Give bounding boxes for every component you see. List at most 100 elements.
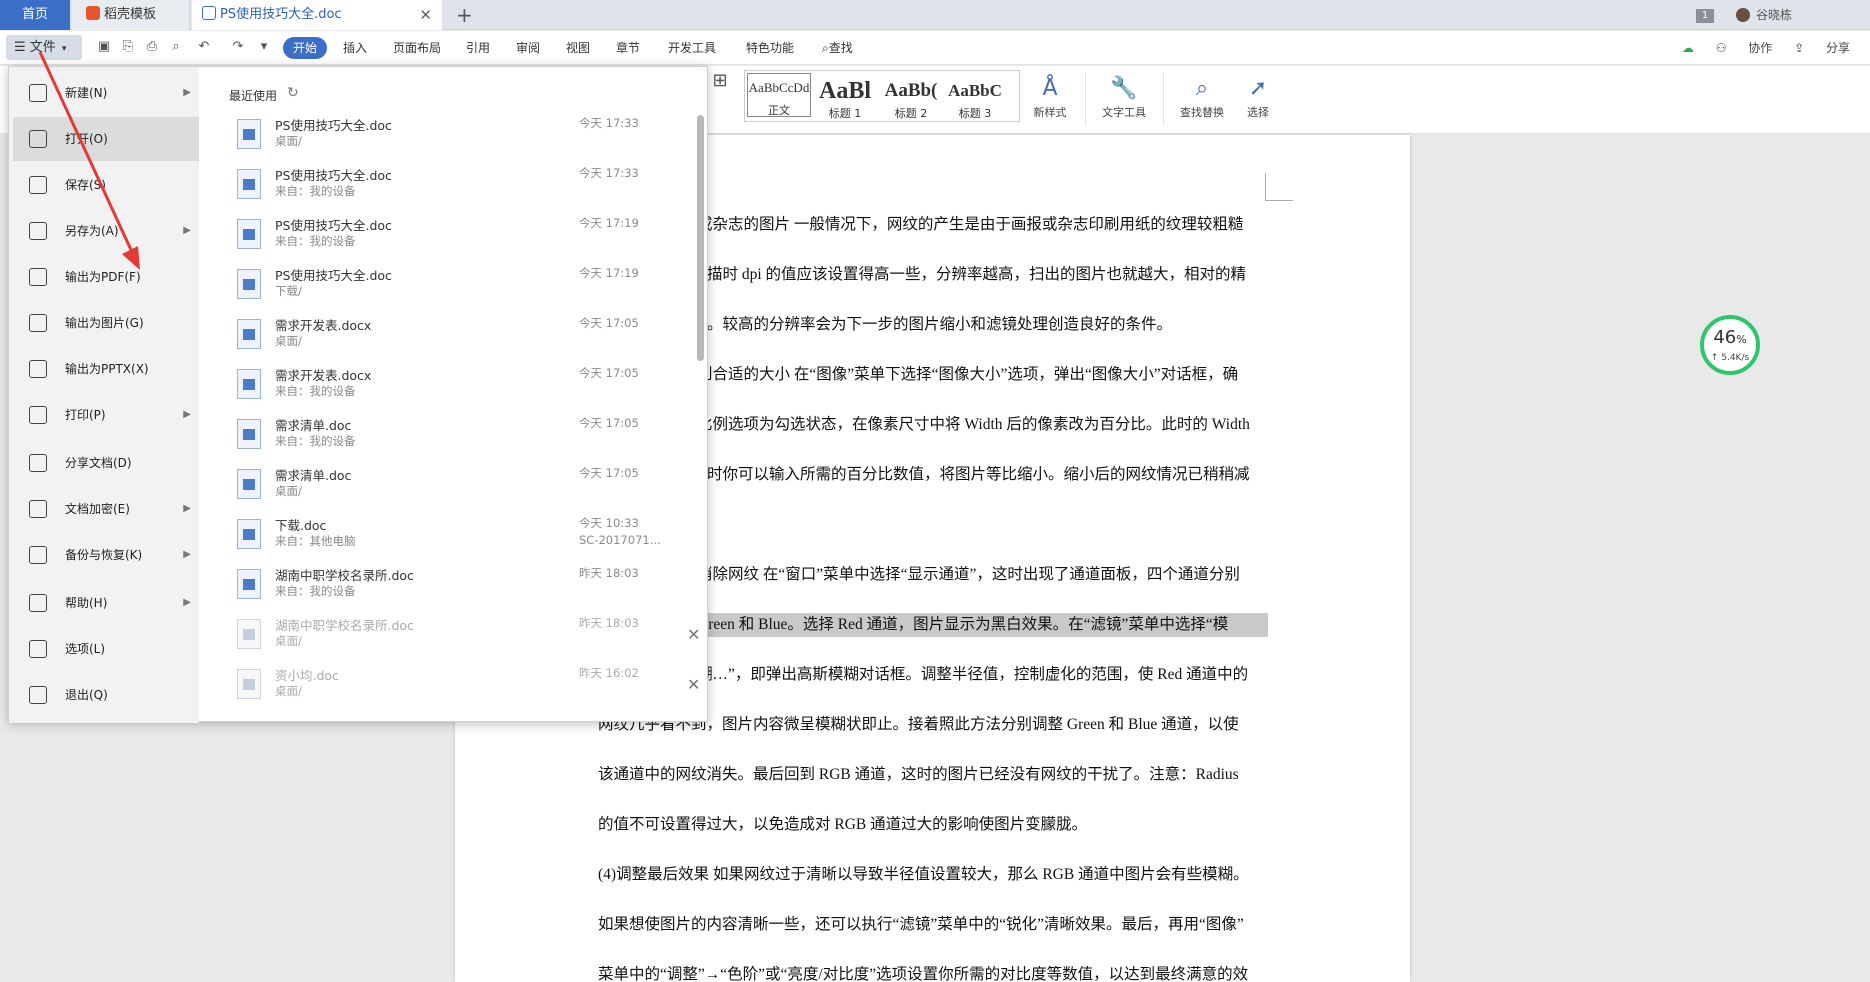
template-icon — [86, 6, 100, 20]
tab-chapter[interactable]: 章节 — [616, 37, 640, 59]
chevron-right-icon: ▶ — [183, 549, 191, 560]
cloud-sync-icon[interactable]: ☁ — [1682, 41, 1694, 55]
file-menu-item-label: 帮助(H) — [65, 596, 108, 610]
close-icon[interactable]: ✕ — [419, 0, 432, 30]
doc-line: 的值不可设置得过大，以免造成对 RGB 通道过大的影响使图片变朦胧。 — [598, 816, 1088, 833]
recent-file-time: 今天 17:19 — [579, 216, 639, 230]
recent-file-item[interactable]: 资小均.doc 桌面/昨天 16:02 ✕ — [229, 661, 700, 711]
wrench-icon: 🔧 — [1110, 76, 1138, 101]
recent-file-item[interactable]: 下载.doc 来自：其他电脑 今天 10:33 SC-2017071... — [229, 511, 679, 561]
tab-document[interactable]: PS使用技巧大全.doc ✕ — [192, 0, 442, 30]
collaborate-button[interactable]: ⚇ 协作 — [1716, 41, 1773, 55]
style-heading-1[interactable]: AaBl 标题 1 — [813, 77, 877, 121]
menu-bar: ☰ 文件 ▾ ▣ ⎘ ⎙ ⌕ ↶ ↷ ▾ 开始 插入 页面布局 引用 审阅 视图 … — [0, 31, 1870, 65]
recent-file-item[interactable]: 湖南中职学校名录所.doc 桌面/昨天 18:03 ✕ — [229, 611, 700, 661]
recent-file-location: 来自：我的设备 — [275, 234, 356, 248]
tab-page-layout[interactable]: 页面布局 — [393, 37, 441, 59]
file-menu-item[interactable]: 退出(Q) — [13, 673, 199, 717]
share-button[interactable]: ⇪ 分享 — [1794, 41, 1850, 55]
file-menu-item[interactable]: 保存(S) — [13, 163, 199, 207]
tab-view[interactable]: 视图 — [566, 37, 590, 59]
page-margin-marker — [1265, 173, 1293, 201]
remove-icon[interactable]: ✕ — [687, 675, 700, 694]
share-label: 分享 — [1825, 41, 1850, 55]
table-icon[interactable]: ⊞ — [712, 72, 728, 90]
more-icon[interactable]: ▾ — [256, 40, 272, 54]
file-menu-item[interactable]: 新建(N) ▶ — [13, 71, 199, 115]
export-icon[interactable]: ⎘ — [120, 40, 136, 54]
new-file-icon — [29, 84, 47, 102]
file-menu-item[interactable]: 文档加密(E) ▶ — [13, 487, 199, 531]
pptx-icon — [29, 360, 47, 378]
menu-right-group: ☁ ⚇ 协作 ⇪ 分享 — [1664, 31, 1850, 65]
file-menu-item[interactable]: 打开(O) — [13, 117, 199, 161]
print-icon[interactable]: ⎙ — [144, 40, 160, 54]
file-menu-item[interactable]: 打印(P) ▶ — [13, 393, 199, 437]
tab-review[interactable]: 审阅 — [516, 37, 540, 59]
file-menu-item-label: 备份与恢复(K) — [65, 548, 143, 562]
select-button[interactable]: ➚ 选择 — [1238, 74, 1278, 120]
save-icon — [29, 176, 47, 194]
ribbon-divider — [1163, 72, 1164, 126]
remove-icon[interactable]: ✕ — [687, 625, 700, 644]
file-menu-button[interactable]: ☰ 文件 ▾ — [6, 35, 82, 60]
refresh-icon[interactable]: ↻ — [287, 85, 299, 101]
recent-file-name: PS使用技巧大全.doc — [275, 268, 392, 283]
new-style-button[interactable]: Å 新样式 — [1026, 74, 1074, 120]
tab-developer[interactable]: 开发工具 — [668, 37, 716, 59]
word-doc-icon — [237, 369, 261, 399]
text-tools-button[interactable]: 🔧 文字工具 — [1094, 74, 1154, 120]
recent-file-item[interactable]: 需求清单.doc 桌面/今天 17:05 — [229, 461, 679, 511]
recent-file-item[interactable]: 需求开发表.docx 桌面/今天 17:05 — [229, 311, 679, 361]
style-heading-3[interactable]: AaBbC 标题 3 — [943, 77, 1007, 121]
file-menu-item[interactable]: 备份与恢复(K) ▶ — [13, 533, 199, 577]
tab-start[interactable]: 开始 — [283, 37, 328, 59]
undo-icon[interactable]: ↶ — [196, 40, 212, 54]
recent-file-item[interactable]: 需求清单.doc 来自：我的设备 今天 17:05 — [229, 411, 679, 461]
recent-file-item[interactable]: 需求开发表.docx 来自：我的设备 今天 17:05 — [229, 361, 679, 411]
file-menu-item[interactable]: 输出为图片(G) — [13, 301, 199, 345]
file-menu-item-label: 输出为PPTX(X) — [65, 362, 149, 376]
recent-title: 最近使用 — [229, 89, 278, 103]
speed-percent: 46% — [1704, 325, 1756, 353]
tab-search[interactable]: ⌕查找 — [822, 37, 853, 59]
file-menu-item[interactable]: 输出为PPTX(X) — [13, 347, 199, 391]
chevron-down-icon: ▾ — [61, 44, 67, 54]
doc-line: 该通道中的网纹消失。最后回到 RGB 通道，这时的图片已经没有网纹的干扰了。注意… — [598, 766, 1239, 783]
recent-file-item[interactable]: PS使用技巧大全.doc 来自：我的设备 今天 17:33 — [229, 161, 679, 211]
tab-template[interactable]: 稻壳模板 — [72, 0, 190, 30]
style-heading-2[interactable]: AaBb( 标题 2 — [879, 77, 943, 121]
tab-home[interactable]: 首页 — [0, 0, 70, 30]
recent-file-item[interactable]: PS使用技巧大全.doc 桌面/今天 17:33 — [229, 111, 679, 161]
style-normal[interactable]: AaBbCcDd 正文 — [747, 73, 811, 117]
add-tab-icon[interactable]: + — [456, 0, 473, 30]
save-icon[interactable]: ▣ — [96, 40, 112, 54]
file-menu-item[interactable]: 输出为PDF(F) — [13, 255, 199, 299]
tab-insert[interactable]: 插入 — [343, 37, 367, 59]
network-speed-widget[interactable]: 46% ↑ 5.4K/s — [1700, 315, 1760, 375]
doc-icon — [202, 6, 216, 20]
redo-icon[interactable]: ↷ — [230, 40, 246, 54]
file-menu-panel: 新建(N) ▶ 打开(O) 保存(S) 另存为(A) ▶ 输出为PDF(F) 输出为图片(G)… — [8, 66, 708, 723]
recent-file-item[interactable]: 湖南中职学校名录所.doc 来自：我的设备 昨天 18:03 — [229, 561, 679, 611]
scrollbar[interactable] — [697, 115, 704, 361]
user-account[interactable]: 谷晓栋 — [1736, 0, 1792, 30]
tab-references[interactable]: 引用 — [466, 37, 490, 59]
style-label: 标题 3 — [958, 107, 992, 120]
doc-line: 到合适的大小 在“图像”菜单下选择“图像大小”选项，弹出“图像大小”对话框，确 — [697, 366, 1239, 383]
file-menu-item[interactable]: 分享文档(D) — [13, 441, 199, 485]
file-menu-item[interactable]: 另存为(A) ▶ — [13, 209, 199, 253]
tab-features[interactable]: 特色功能 — [746, 37, 794, 59]
preview-icon[interactable]: ⌕ — [168, 40, 184, 54]
recent-file-name: 湖南中职学校名录所.doc — [275, 618, 414, 633]
find-replace-button[interactable]: ⌕ 查找替换 — [1172, 74, 1232, 120]
chevron-right-icon: ▶ — [183, 503, 191, 514]
doc-line: 菜单中的“调整”→“色阶”或“亮度/对比度”选项设置你所需的对比度等数值，以达到… — [598, 966, 1249, 982]
file-menu-item[interactable]: 帮助(H) ▶ — [13, 581, 199, 625]
recent-file-item[interactable]: PS使用技巧大全.doc 下载/今天 17:19 — [229, 261, 679, 311]
recent-file-location: 来自：我的设备 — [275, 584, 356, 598]
recent-file-item[interactable]: PS使用技巧大全.doc 来自：我的设备 今天 17:19 — [229, 211, 679, 261]
file-menu-item[interactable]: 选项(L) — [13, 627, 199, 671]
word-doc-icon — [237, 319, 261, 349]
exit-icon — [29, 686, 47, 704]
